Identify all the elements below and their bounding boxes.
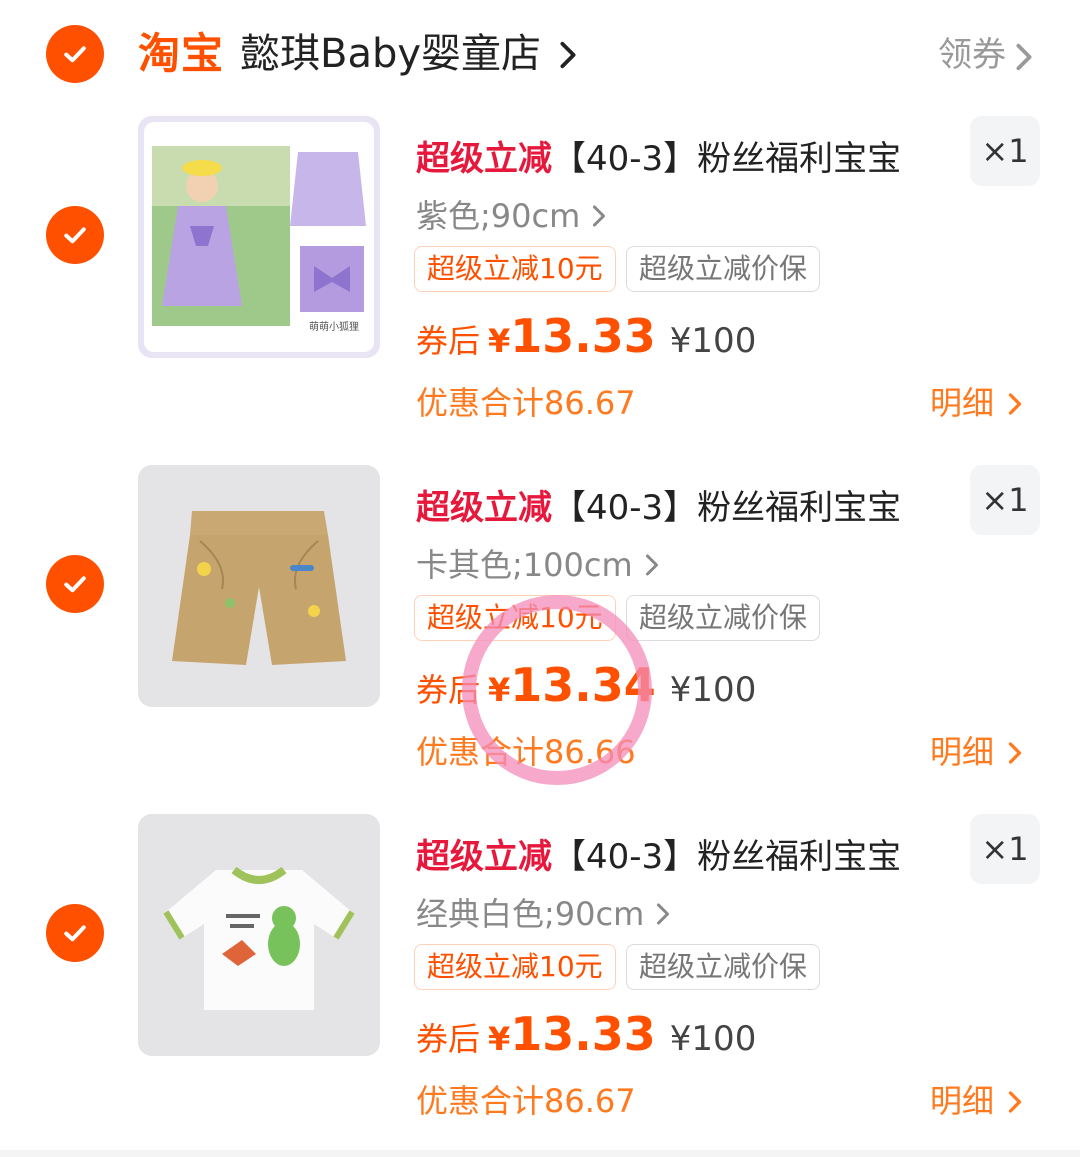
section-divider — [0, 1150, 1080, 1157]
check-icon — [64, 46, 86, 63]
item-select-checkbox[interactable] — [46, 904, 104, 962]
price-line: 券后 ¥13.34 ¥100 — [416, 655, 756, 715]
discount-badge: 超级立减10元 — [414, 246, 616, 292]
price-currency: ¥ — [488, 1020, 511, 1058]
price-label: 券后 — [416, 671, 481, 709]
product-title[interactable]: 超级立减【40-3】粉丝福利宝宝 — [416, 832, 946, 882]
shop-select-checkbox[interactable] — [46, 25, 104, 83]
product-photo-khaki-shorts — [138, 465, 380, 707]
cart-item: 萌萌小狐狸 超级立减【40-3】粉丝福利宝宝 ×1 紫色;90cm 超级立减10… — [0, 116, 1080, 465]
detail-link[interactable]: 明细 — [930, 378, 994, 428]
price-guarantee-badge: 超级立减价保 — [626, 246, 821, 292]
sku-text: 卡其色;100cm — [416, 546, 633, 584]
price-value: 13.33 — [510, 1007, 656, 1061]
quantity-button[interactable]: ×1 — [970, 814, 1040, 884]
quantity-button[interactable]: ×1 — [970, 465, 1040, 535]
chevron-right-icon[interactable] — [1012, 42, 1036, 72]
shop-header: 淘宝 懿琪Baby婴童店 领券 — [0, 0, 1080, 100]
get-coupon-link[interactable]: 领券 — [938, 30, 1006, 80]
chevron-right-icon[interactable] — [1006, 391, 1024, 417]
product-title[interactable]: 超级立减【40-3】粉丝福利宝宝 — [416, 483, 946, 533]
chevron-right-icon — [657, 903, 670, 925]
product-image[interactable] — [138, 465, 380, 707]
chevron-right-icon — [645, 554, 658, 576]
quantity-button[interactable]: ×1 — [970, 116, 1040, 186]
detail-link[interactable]: 明细 — [930, 1076, 994, 1126]
cart-shop-section: 淘宝 懿琪Baby婴童店 领券 萌萌小狐狸 超级立减【40-3】粉丝福利宝宝 ×… — [0, 0, 1080, 1157]
product-title-text: 【40-3】粉丝福利宝宝 — [552, 488, 902, 528]
sku-selector[interactable]: 卡其色;100cm — [416, 543, 661, 587]
detail-link[interactable]: 明细 — [930, 727, 994, 777]
product-title[interactable]: 超级立减【40-3】粉丝福利宝宝 — [416, 134, 946, 184]
thumb-caption: 萌萌小狐狸 — [309, 320, 359, 333]
price-currency: ¥ — [488, 322, 511, 360]
promo-tag: 超级立减 — [416, 837, 552, 877]
discount-badge: 超级立减10元 — [414, 944, 616, 990]
product-photo-purple-dress: 萌萌小狐狸 — [138, 116, 380, 358]
sku-text: 紫色;90cm — [416, 197, 581, 235]
price-guarantee-badge: 超级立减价保 — [626, 595, 821, 641]
price-line: 券后 ¥13.33 ¥100 — [416, 306, 756, 366]
price-label: 券后 — [416, 1020, 481, 1058]
price-label: 券后 — [416, 322, 481, 360]
product-photo-white-shirt — [138, 814, 380, 1056]
price-currency: ¥ — [488, 671, 511, 709]
product-title-text: 【40-3】粉丝福利宝宝 — [552, 837, 902, 877]
check-icon — [64, 925, 86, 942]
chevron-right-icon[interactable] — [1006, 740, 1024, 766]
check-icon — [64, 576, 86, 593]
price-line: 券后 ¥13.33 ¥100 — [416, 1004, 756, 1064]
discount-badge: 超级立减10元 — [414, 595, 616, 641]
discount-total: 优惠合计86.67 — [416, 384, 636, 422]
cart-item: 超级立减【40-3】粉丝福利宝宝 ×1 经典白色;90cm 超级立减10元 超级… — [0, 814, 1080, 1157]
check-icon — [64, 227, 86, 244]
chevron-right-icon — [593, 205, 606, 227]
item-select-checkbox[interactable] — [46, 206, 104, 264]
sku-selector[interactable]: 经典白色;90cm — [416, 892, 672, 936]
promo-tag: 超级立减 — [416, 139, 552, 179]
original-price: ¥100 — [669, 670, 757, 710]
discount-total: 优惠合计86.67 — [416, 1082, 636, 1120]
price-value: 13.34 — [510, 658, 656, 712]
original-price: ¥100 — [669, 1019, 757, 1059]
product-image[interactable]: 萌萌小狐狸 — [138, 116, 380, 358]
item-select-checkbox[interactable] — [46, 555, 104, 613]
original-price: ¥100 — [669, 321, 757, 361]
chevron-right-icon[interactable] — [1006, 1089, 1024, 1115]
chevron-right-icon[interactable] — [556, 40, 580, 70]
promo-tag: 超级立减 — [416, 488, 552, 528]
product-image[interactable] — [138, 814, 380, 1056]
cart-item: 超级立减【40-3】粉丝福利宝宝 ×1 卡其色;100cm 超级立减10元 超级… — [0, 465, 1080, 814]
shop-name-link[interactable]: 懿琪Baby婴童店 — [240, 28, 541, 80]
price-value: 13.33 — [510, 309, 656, 363]
discount-total: 优惠合计86.66 — [416, 733, 636, 771]
taobao-logo: 淘宝 — [138, 29, 225, 78]
sku-text: 经典白色;90cm — [416, 895, 645, 933]
sku-selector[interactable]: 紫色;90cm — [416, 194, 608, 238]
product-title-text: 【40-3】粉丝福利宝宝 — [552, 139, 902, 179]
price-guarantee-badge: 超级立减价保 — [626, 944, 821, 990]
